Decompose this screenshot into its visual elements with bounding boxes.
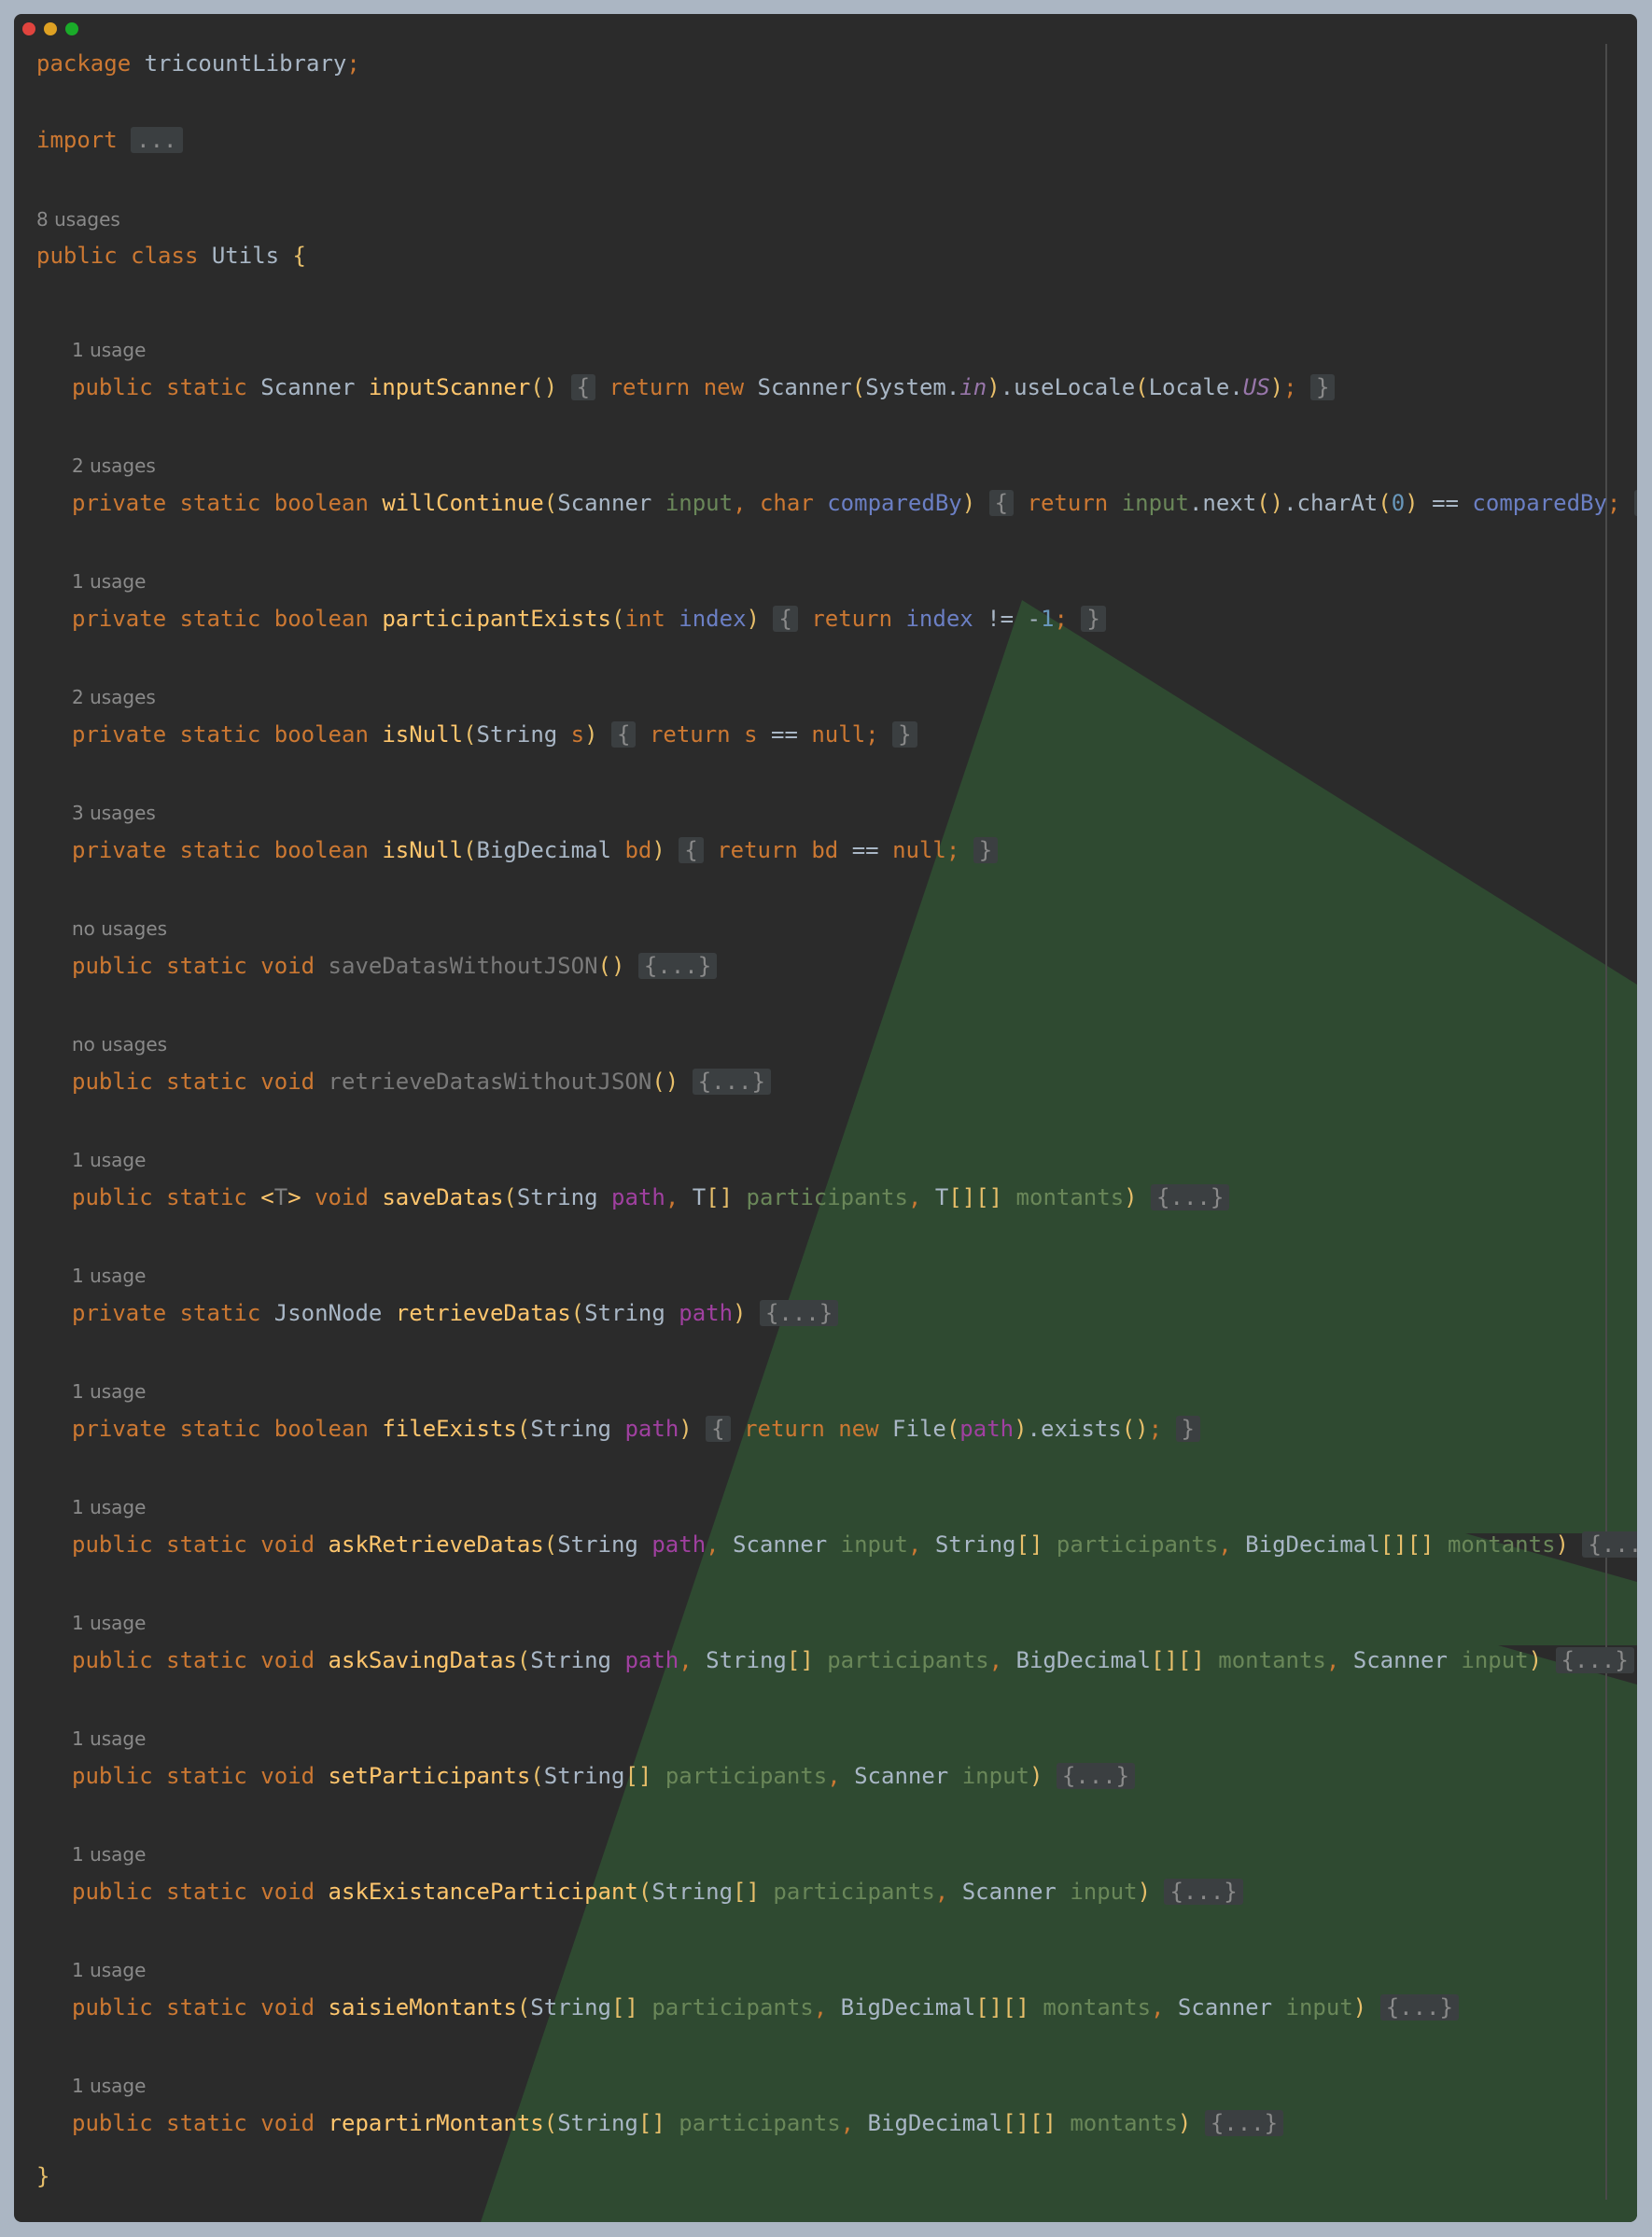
method-body-close-fold[interactable]: }	[1175, 1416, 1200, 1442]
method-signature: public static void repartirMontants(Stri…	[72, 2107, 1284, 2139]
method-signature: public static void askExistanceParticipa…	[72, 1876, 1243, 1908]
method-signature: public static void retrieveDatasWithoutJ…	[72, 1066, 771, 1098]
method-body-open-fold[interactable]: {	[570, 374, 596, 400]
method-body-open-fold[interactable]: {	[611, 721, 637, 748]
method-signature: public static <T> void saveDatas(String …	[72, 1181, 1230, 1213]
class-declaration: public class Utils {	[36, 243, 306, 269]
import-line: import ...	[36, 124, 183, 156]
method-signature: public static void askRetrieveDatas(Stri…	[72, 1529, 1637, 1560]
method-body-fold[interactable]: {...}	[637, 953, 718, 979]
method-body-close-fold[interactable]: }	[1081, 606, 1106, 632]
method-signature: private static boolean willContinue(Scan…	[72, 487, 1637, 519]
method-signature: private static JsonNode retrieveDatas(St…	[72, 1297, 839, 1329]
class-usages-hint[interactable]: 8 usages	[36, 205, 120, 233]
method-usages-hint[interactable]: 2 usages	[72, 683, 156, 711]
method-usages-hint[interactable]: 1 usage	[72, 1840, 146, 1868]
method-name[interactable]: setParticipants	[329, 1763, 531, 1789]
method-body-fold[interactable]: {...}	[1379, 1994, 1459, 2020]
method-body-fold[interactable]: {...}	[759, 1300, 839, 1326]
method-body-fold[interactable]: {...}	[1582, 1531, 1637, 1558]
method-usages-hint[interactable]: 1 usage	[72, 1262, 146, 1290]
method-name[interactable]: retrieveDatas	[396, 1300, 571, 1326]
method-name[interactable]: retrieveDatasWithoutJSON	[329, 1069, 652, 1095]
method-body-fold[interactable]: {...}	[692, 1069, 771, 1095]
method-usages-hint[interactable]: 1 usage	[72, 1609, 146, 1637]
method-body-open-fold[interactable]: {	[679, 837, 704, 863]
method-signature: private static boolean participantExists…	[72, 603, 1106, 635]
editor-window: package tricountLibrary; import ... 8 us…	[14, 14, 1637, 2222]
method-usages-hint[interactable]: no usages	[72, 1030, 167, 1058]
package-line: package tricountLibrary;	[36, 50, 360, 77]
method-body-open-fold[interactable]: {	[988, 490, 1015, 516]
method-signature: public static void saisieMontants(String…	[72, 1992, 1459, 2023]
method-usages-hint[interactable]: 1 usage	[72, 336, 146, 364]
method-body-fold[interactable]: {...}	[1164, 1879, 1243, 1905]
method-signature: public static Scanner inputScanner() { r…	[72, 371, 1336, 403]
import-fold[interactable]: ...	[131, 127, 183, 153]
method-body-fold[interactable]: {...}	[1555, 1647, 1634, 1673]
method-name[interactable]: isNull	[382, 721, 463, 748]
method-body-close-fold[interactable]: }	[1310, 374, 1336, 400]
method-name[interactable]: saveDatas	[382, 1184, 503, 1210]
method-name[interactable]: fileExists	[382, 1416, 517, 1442]
method-body-close-fold[interactable]: }	[892, 721, 917, 748]
method-usages-hint[interactable]: 1 usage	[72, 2072, 146, 2100]
method-body-fold[interactable]: {...}	[1056, 1763, 1136, 1789]
method-name[interactable]: saveDatasWithoutJSON	[329, 953, 598, 979]
method-usages-hint[interactable]: 1 usage	[72, 1493, 146, 1521]
method-body-open-fold[interactable]: {	[706, 1416, 731, 1442]
method-signature: public static void saveDatasWithoutJSON(…	[72, 950, 718, 982]
method-body-close-fold[interactable]: }	[1633, 490, 1637, 516]
method-signature: private static boolean isNull(String s) …	[72, 719, 917, 750]
method-name[interactable]: askExistanceParticipant	[329, 1879, 638, 1905]
method-usages-hint[interactable]: 1 usage	[72, 1146, 146, 1174]
code-area[interactable]: package tricountLibrary; import ... 8 us…	[14, 14, 1637, 2189]
method-name[interactable]: repartirMontants	[329, 2110, 544, 2136]
method-name[interactable]: inputScanner	[369, 374, 530, 400]
method-usages-hint[interactable]: 3 usages	[72, 799, 156, 827]
method-name[interactable]: askRetrieveDatas	[329, 1531, 544, 1558]
method-name[interactable]: askSavingDatas	[329, 1647, 517, 1673]
method-signature: public static void setParticipants(Strin…	[72, 1760, 1136, 1792]
method-usages-hint[interactable]: 1 usage	[72, 1377, 146, 1405]
method-signature: private static boolean isNull(BigDecimal…	[72, 834, 999, 866]
method-signature: public static void askSavingDatas(String…	[72, 1644, 1634, 1676]
method-body-open-fold[interactable]: {	[773, 606, 798, 632]
method-signature: private static boolean fileExists(String…	[72, 1413, 1200, 1445]
method-usages-hint[interactable]: 1 usage	[72, 1956, 146, 1984]
class-close-brace: }	[36, 2163, 50, 2189]
method-usages-hint[interactable]: 2 usages	[72, 452, 156, 480]
method-body-fold[interactable]: {...}	[1204, 2110, 1284, 2136]
method-body-fold[interactable]: {...}	[1151, 1184, 1230, 1210]
method-body-close-fold[interactable]: }	[973, 837, 999, 863]
method-name[interactable]: isNull	[382, 837, 463, 863]
method-name[interactable]: saisieMontants	[329, 1994, 517, 2020]
method-name[interactable]: participantExists	[382, 606, 611, 632]
method-usages-hint[interactable]: no usages	[72, 915, 167, 943]
method-name[interactable]: willContinue	[382, 490, 543, 516]
method-usages-hint[interactable]: 1 usage	[72, 567, 146, 595]
method-usages-hint[interactable]: 1 usage	[72, 1725, 146, 1753]
